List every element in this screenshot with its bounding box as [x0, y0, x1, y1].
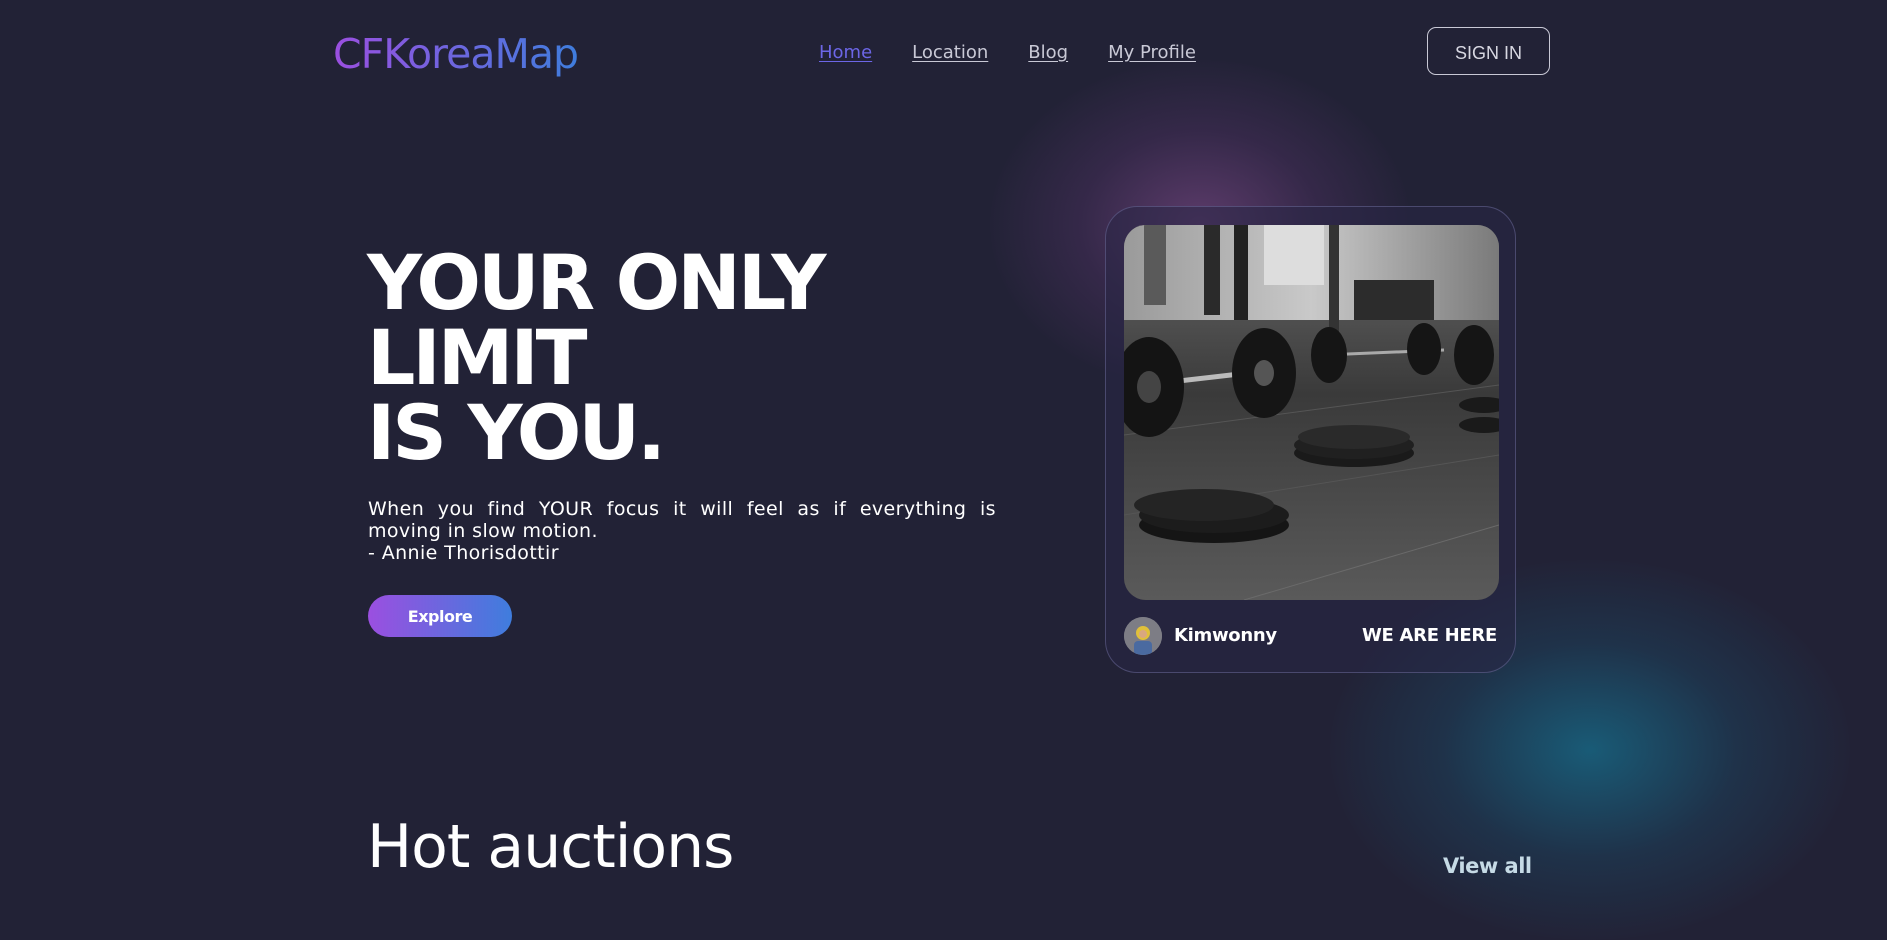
section-title: Hot auctions — [367, 812, 734, 882]
headline-line: YOUR ONLY — [367, 238, 826, 327]
quote-author: - Annie Thorisdottir — [368, 542, 559, 564]
hero-headline: YOUR ONLY LIMIT IS YOU. — [367, 238, 826, 477]
sign-in-button[interactable]: SIGN IN — [1427, 27, 1550, 75]
card-username[interactable]: Kimwonny — [1174, 625, 1277, 646]
featured-card[interactable]: Kimwonny WE ARE HERE — [1105, 206, 1516, 673]
quote-text: When you find YOUR focus it will feel as… — [368, 498, 996, 542]
nav-my-profile[interactable]: My Profile — [1108, 42, 1196, 63]
logo[interactable]: CFKoreaMap — [333, 28, 579, 80]
explore-button[interactable]: Explore — [368, 595, 512, 637]
avatar-icon[interactable] — [1124, 617, 1162, 655]
nav-blog[interactable]: Blog — [1028, 42, 1068, 63]
headline-line: LIMIT — [367, 313, 587, 402]
hero-quote: When you find YOUR focus it will feel as… — [368, 498, 996, 564]
nav-home[interactable]: Home — [819, 42, 872, 63]
barbell-photo-icon — [1124, 225, 1499, 600]
view-all-link[interactable]: View all — [1443, 854, 1532, 878]
headline-line: IS YOU. — [367, 388, 666, 477]
nav-location[interactable]: Location — [912, 42, 988, 63]
card-tag: WE ARE HERE — [1362, 625, 1497, 646]
main-nav: Home Location Blog My Profile — [819, 42, 1196, 63]
